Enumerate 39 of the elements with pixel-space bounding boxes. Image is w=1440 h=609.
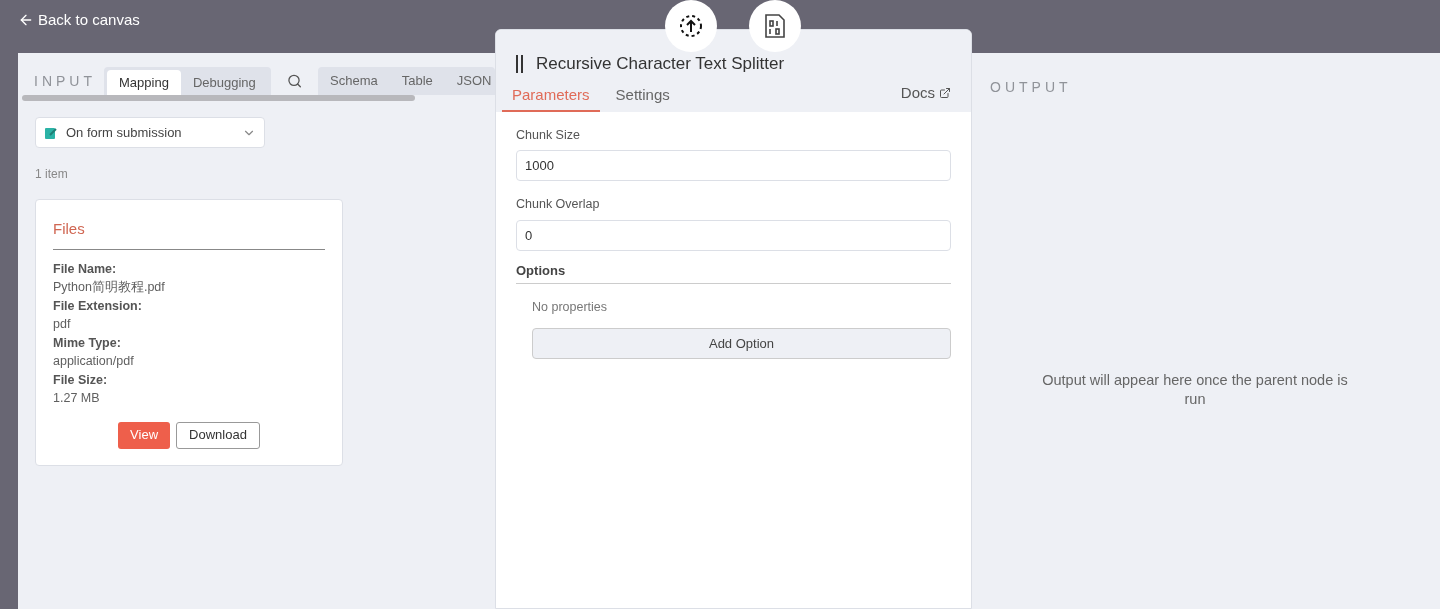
card-title: Files — [53, 218, 325, 250]
field-value: pdf — [53, 316, 72, 333]
field-label: Mime Type: — [53, 334, 122, 352]
download-button[interactable]: Download — [176, 421, 260, 449]
mode-tab[interactable]: Debugging — [180, 70, 268, 95]
add-option-button[interactable]: Add Option — [532, 328, 951, 360]
field-value: Python简明教程.pdf — [53, 279, 166, 296]
parameter-label: Chunk Overlap — [516, 196, 601, 214]
form-icon — [44, 125, 58, 140]
field-label: File Name: — [53, 260, 118, 278]
node-tab[interactable]: Parameters — [502, 81, 600, 112]
external-link-icon — [939, 87, 951, 100]
empty-text: No properties — [531, 298, 609, 316]
output-message: Output will appear here once the parent node is run — [1041, 371, 1349, 409]
binary-file-icon — [763, 13, 786, 39]
view-button[interactable]: View — [118, 421, 171, 449]
search-icon[interactable] — [286, 73, 303, 89]
panel-title: INPUT — [34, 71, 96, 91]
source-select[interactable]: On form submission — [35, 117, 265, 148]
panel-title: OUTPUT — [990, 78, 1073, 97]
docs-link[interactable]: Docs — [900, 82, 951, 105]
parameter-input[interactable]: 1000 — [516, 150, 951, 182]
scrollbar[interactable] — [22, 95, 415, 101]
field-value: application/pdf — [53, 353, 135, 370]
field-label: File Extension: — [53, 297, 143, 315]
field-value: 1.27 MB — [53, 390, 101, 407]
node-tab[interactable]: Settings — [605, 81, 680, 112]
node-title: Recursive Character Text Splitter — [536, 53, 785, 75]
view-tab[interactable]: Table — [389, 67, 445, 95]
parameter-input[interactable]: 0 — [516, 220, 951, 251]
mode-tab[interactable]: Mapping — [107, 70, 181, 95]
parameter-label: Chunk Size — [516, 126, 581, 144]
item-count: 1 item — [35, 166, 69, 183]
drag-handle-icon[interactable] — [516, 54, 524, 73]
field-label: File Size: — [53, 371, 109, 389]
back-link[interactable]: Back to canvas — [18, 9, 140, 32]
view-tab[interactable]: Schema — [318, 67, 390, 95]
view-tab[interactable]: JSON — [444, 67, 495, 95]
options-heading: Options — [516, 261, 951, 284]
